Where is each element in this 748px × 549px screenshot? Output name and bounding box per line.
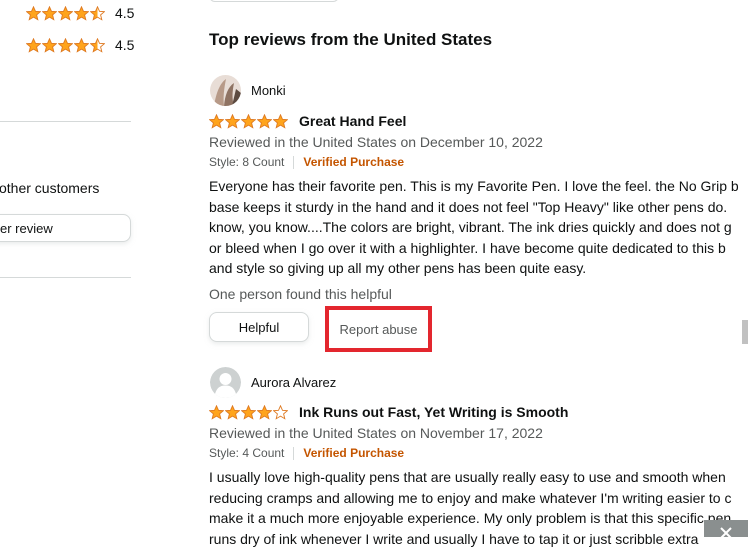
helpful-button[interactable]: Helpful [209, 312, 309, 342]
review-title[interactable]: Great Hand Feel [299, 113, 406, 129]
review-body-line: or bleed when I go over it with a highli… [209, 239, 726, 256]
share-thoughts-text: other customers [0, 180, 100, 196]
star-icon [42, 5, 57, 21]
style-label[interactable]: Style: 4 Count [209, 446, 284, 460]
helpful-label: Helpful [238, 319, 280, 335]
verified-purchase-badge: Verified Purchase [303, 446, 405, 460]
separator [293, 446, 295, 460]
reviewer-name: Aurora Alvarez [251, 375, 337, 390]
star-icon [26, 37, 41, 53]
top-partial-button [209, 0, 339, 2]
review-format-row: Style: 4 Count Verified Purchase [209, 446, 404, 460]
star-icon [209, 113, 224, 129]
review-title-row[interactable]: Great Hand Feel [209, 113, 406, 129]
star-icon [241, 113, 256, 129]
star-icon [209, 404, 224, 420]
close-overlay-button[interactable] [704, 520, 748, 539]
review-body-line: base keeps it sturdy in the hand and it … [209, 198, 728, 215]
rating-row[interactable]: 4.5 [26, 5, 134, 21]
star-icon [257, 113, 272, 129]
review-body-line: Everyone has their favorite pen. This is… [209, 178, 739, 194]
star-icon [90, 37, 105, 53]
reviews-section-title: Top reviews from the United States [209, 30, 493, 49]
star-icon [74, 37, 89, 53]
review-date: Reviewed in the United States on Decembe… [209, 134, 543, 150]
reviewer-profile[interactable]: Monki [210, 75, 286, 106]
star-rating [209, 404, 289, 420]
sidebar-divider [0, 277, 131, 278]
star-icon [257, 404, 272, 420]
review-body: Everyone has their favorite pen. This is… [209, 176, 748, 279]
star-rating [26, 37, 105, 53]
review-title[interactable]: Ink Runs out Fast, Yet Writing is Smooth [299, 404, 568, 420]
style-label[interactable]: Style: 8 Count [209, 155, 284, 169]
review-title-row[interactable]: Ink Runs out Fast, Yet Writing is Smooth [209, 404, 568, 420]
star-rating [26, 5, 105, 21]
review-body-line: reducing cramps and allowing me to enjoy… [209, 489, 732, 506]
star-icon [273, 404, 288, 420]
star-icon [225, 113, 240, 129]
review-body-line: make it a much more enjoyable experience… [209, 510, 732, 527]
review-body-line: runs dry of ink whenever I write and usu… [209, 530, 699, 547]
star-icon [58, 37, 73, 53]
star-rating [209, 113, 289, 129]
separator [293, 155, 295, 169]
rating-value: 4.5 [115, 5, 135, 21]
report-abuse-label: Report abuse [339, 321, 418, 337]
reviewer-profile[interactable]: Aurora Alvarez [210, 367, 336, 398]
sidebar-divider [0, 121, 131, 122]
scrollbar-thumb[interactable] [742, 320, 748, 344]
rating-value: 4.5 [115, 37, 135, 53]
review-body-line: I usually love high-quality pens that ar… [209, 469, 726, 485]
review-body-line: and style so giving up all my other pens… [209, 260, 587, 277]
write-review-button[interactable]: er review [0, 214, 131, 242]
close-icon [720, 527, 732, 539]
avatar [210, 75, 241, 106]
review-format-row: Style: 8 Count Verified Purchase [209, 155, 404, 169]
helpful-count: One person found this helpful [209, 286, 392, 302]
review-body-line: know, you know....The colors are bright,… [209, 219, 732, 236]
rating-row[interactable]: 4.5 [26, 37, 134, 53]
star-icon [90, 5, 105, 21]
star-icon [58, 5, 73, 21]
write-review-label: er review [0, 220, 53, 236]
report-abuse-link[interactable]: Report abuse [325, 306, 432, 352]
verified-purchase-badge: Verified Purchase [303, 155, 405, 169]
reviewer-name: Monki [251, 83, 286, 98]
star-icon [26, 5, 41, 21]
review-date: Reviewed in the United States on Novembe… [209, 425, 543, 441]
star-icon [42, 37, 57, 53]
star-icon [241, 404, 256, 420]
star-icon [273, 113, 288, 129]
star-icon [74, 5, 89, 21]
star-icon [225, 404, 240, 420]
default-avatar-icon [210, 367, 241, 398]
